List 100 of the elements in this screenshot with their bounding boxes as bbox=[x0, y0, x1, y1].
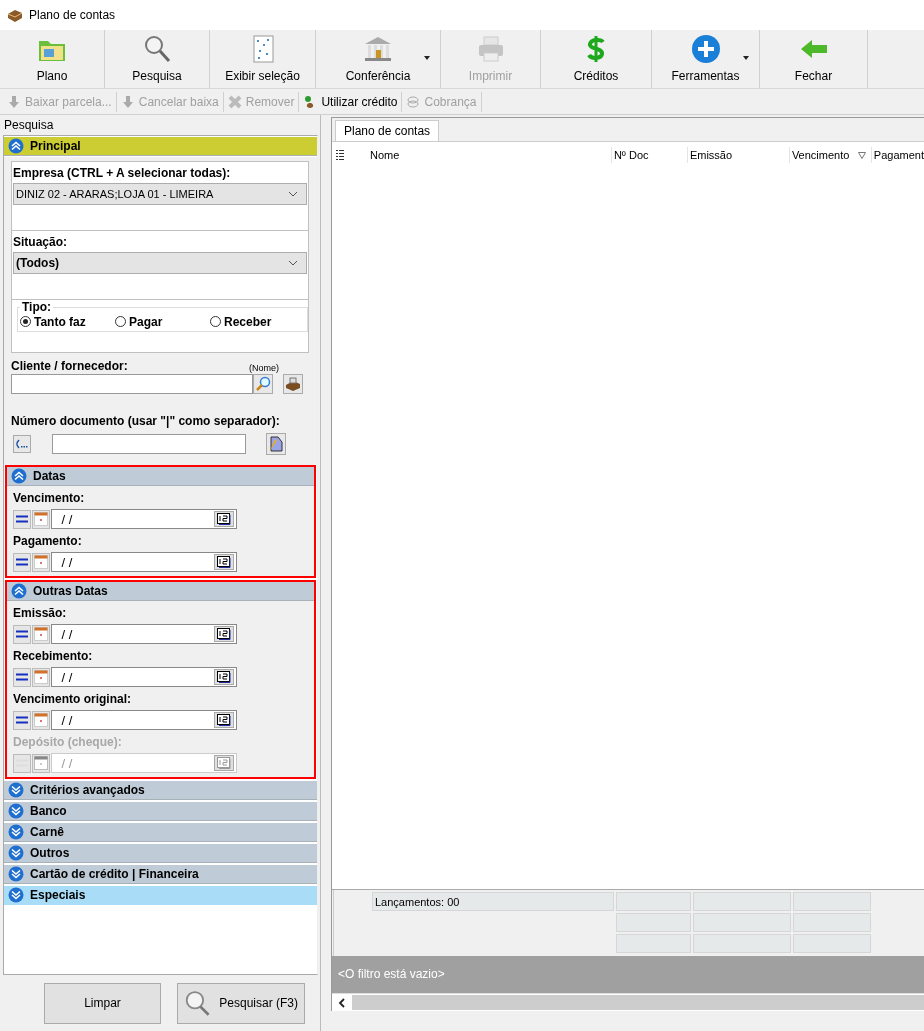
chevron-icon bbox=[8, 824, 24, 840]
equals-icon bbox=[16, 673, 28, 681]
calendar-page-icon bbox=[217, 556, 231, 568]
column-header[interactable]: Pagament bbox=[871, 147, 924, 163]
document-button[interactable] bbox=[13, 435, 31, 453]
field-label: Depósito (cheque): bbox=[13, 735, 123, 749]
document-field[interactable] bbox=[52, 434, 246, 454]
calendar-page-icon bbox=[217, 628, 231, 640]
date-field[interactable]: / / bbox=[51, 624, 237, 644]
section-header[interactable]: Carnê bbox=[4, 823, 317, 842]
sort-icon bbox=[857, 151, 866, 159]
chevron-down-icon bbox=[288, 260, 298, 266]
panel-button[interactable]: Pesquisar (F3) bbox=[177, 982, 305, 1024]
field-hint: (Nome) bbox=[249, 363, 279, 373]
field-label: Vencimento: bbox=[13, 491, 86, 505]
calendar-page-icon bbox=[217, 671, 231, 683]
field-label: Recebimento: bbox=[13, 649, 94, 663]
chevron-icon bbox=[11, 583, 27, 599]
equals-icon bbox=[16, 716, 28, 724]
register-button[interactable] bbox=[283, 374, 303, 394]
calendar-icon bbox=[34, 512, 48, 526]
equals-icon bbox=[16, 630, 28, 638]
calendar-button[interactable] bbox=[214, 712, 234, 728]
operator-button[interactable] bbox=[13, 710, 31, 730]
document-icon bbox=[268, 435, 284, 453]
operator-button[interactable] bbox=[13, 624, 31, 644]
cross-icon bbox=[227, 94, 242, 109]
equals-icon bbox=[16, 515, 28, 523]
date-field[interactable]: / / bbox=[51, 710, 237, 730]
calendar-page-icon bbox=[217, 714, 231, 726]
action-button[interactable]: Utilizar crédito bbox=[299, 91, 403, 112]
plus-icon bbox=[689, 33, 722, 65]
calendar-button[interactable] bbox=[214, 626, 234, 642]
search-icon bbox=[184, 988, 212, 1018]
column-header[interactable]: Nome bbox=[368, 147, 612, 163]
section-header[interactable]: Outras Datas bbox=[7, 582, 314, 601]
calendar-icon bbox=[34, 756, 48, 770]
section-header[interactable]: Datas bbox=[7, 467, 314, 486]
search-button[interactable] bbox=[253, 374, 273, 394]
client-field[interactable] bbox=[11, 374, 253, 394]
document-search-button[interactable] bbox=[266, 433, 286, 455]
section-header[interactable]: Especiais bbox=[4, 886, 317, 905]
operator-button[interactable] bbox=[13, 552, 31, 572]
chevron-icon bbox=[8, 887, 24, 903]
column-header[interactable]: Emissão bbox=[687, 147, 790, 163]
section-header[interactable]: Outros bbox=[4, 844, 317, 863]
section-header[interactable]: Critérios avançados bbox=[4, 781, 317, 800]
column-header[interactable]: Vencimento bbox=[789, 147, 872, 163]
status-select[interactable]: (Todos) bbox=[13, 252, 307, 274]
arrow-down-icon bbox=[120, 94, 135, 109]
tab[interactable]: Plano de contas bbox=[335, 120, 440, 141]
calendar-page-icon bbox=[217, 757, 231, 769]
field-label: Pagamento: bbox=[13, 534, 83, 548]
coins-icon bbox=[406, 94, 421, 109]
calendar-icon bbox=[34, 670, 48, 684]
date-field[interactable]: / / bbox=[51, 552, 237, 572]
chevron-down-icon bbox=[288, 191, 298, 197]
calendar-button[interactable] bbox=[214, 511, 234, 527]
radio-option[interactable]: Pagar bbox=[115, 314, 210, 329]
operator-button[interactable] bbox=[13, 509, 31, 529]
radio-option[interactable]: Receber bbox=[210, 314, 305, 329]
field-label: Vencimento original: bbox=[13, 692, 133, 706]
date-picker-button[interactable] bbox=[32, 753, 50, 773]
section-header[interactable]: Principal bbox=[4, 137, 317, 156]
bracket-dots-icon bbox=[16, 439, 28, 449]
group-label: Tipo: bbox=[21, 300, 53, 314]
date-field[interactable]: / / bbox=[51, 509, 237, 529]
calendar-icon bbox=[34, 555, 48, 569]
company-select[interactable]: DINIZ 02 - ARARAS;LOJA 01 - LIMEIRA bbox=[13, 183, 307, 205]
calendar-button[interactable] bbox=[214, 669, 234, 685]
radio-option[interactable]: Tanto faz bbox=[20, 314, 115, 329]
list-icon bbox=[336, 150, 344, 160]
horizontal-scrollbar[interactable] bbox=[332, 993, 924, 1011]
field-label: Emissão: bbox=[13, 606, 68, 620]
calendar-icon bbox=[34, 713, 48, 727]
calendar-button[interactable] bbox=[214, 554, 234, 570]
caret-icon bbox=[743, 56, 749, 60]
field-label: Número documento (usar "|" como separador): bbox=[11, 414, 281, 428]
panel-title: Pesquisa bbox=[3, 117, 55, 134]
equals-icon bbox=[16, 558, 28, 566]
date-field[interactable]: / / bbox=[51, 667, 237, 687]
calendar-icon bbox=[34, 627, 48, 641]
filter-bar: <O filtro está vazio> bbox=[332, 956, 924, 993]
section-header[interactable]: Cartão de crédito | Financeira bbox=[4, 865, 317, 884]
field-label: Cliente / fornecedor: bbox=[11, 359, 128, 373]
arrow-down-icon bbox=[7, 94, 21, 109]
chevron-icon bbox=[8, 866, 24, 882]
chevron-icon bbox=[8, 845, 24, 861]
summary-cell: Lançamentos: 00 bbox=[372, 892, 614, 911]
scroll-left-icon[interactable] bbox=[338, 997, 346, 1008]
operator-button[interactable] bbox=[13, 667, 31, 687]
column-header[interactable]: Nº Doc bbox=[611, 147, 688, 163]
chevron-icon bbox=[8, 803, 24, 819]
chevron-icon bbox=[8, 138, 24, 154]
field-label: Situação: bbox=[13, 235, 68, 249]
panel-button[interactable]: Limpar bbox=[44, 982, 161, 1024]
field-label: Empresa (CTRL + A selecionar todas): bbox=[13, 166, 232, 180]
calendar-page-icon bbox=[217, 513, 231, 525]
section-header[interactable]: Banco bbox=[4, 802, 317, 821]
app-icon bbox=[7, 7, 23, 23]
